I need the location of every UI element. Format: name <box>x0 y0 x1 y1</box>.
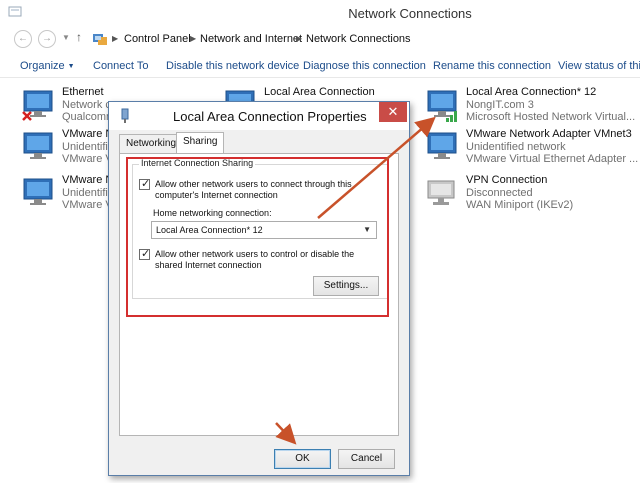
breadcrumb-network-connections[interactable]: Network Connections <box>306 33 411 45</box>
wired-network-icon <box>23 178 53 205</box>
connection-name: VPN Connection <box>466 174 548 186</box>
breadcrumb-control-panel[interactable]: Control Panel <box>124 33 191 45</box>
control-panel-icon <box>93 34 107 45</box>
back-button[interactable]: ← <box>14 30 32 48</box>
connection-local-area-12[interactable]: Local Area Connection* 12 NongIT.com 3 M… <box>424 86 635 130</box>
organize-button[interactable]: Organize ▼ <box>20 60 75 72</box>
connection-device: VMware Virtual Ethernet Adapter ... <box>466 153 639 165</box>
organize-label: Organize <box>20 60 65 72</box>
sharing-panel: Internet Connection Sharing Allow other … <box>119 153 399 436</box>
rename-button[interactable]: Rename this connection <box>433 60 551 72</box>
breadcrumb-separator-icon: ▶ <box>296 34 303 43</box>
connection-name: VMware Network Adapter VMnet3 <box>466 128 632 140</box>
view-status-button[interactable]: View status of this <box>558 60 640 72</box>
connection-vmnet3[interactable]: VMware Network Adapter VMnet3 Unidentifi… <box>424 128 638 172</box>
caret-down-icon: ▼ <box>67 63 75 70</box>
allow-control-label: Allow other network users to control or … <box>155 249 355 270</box>
allow-connect-checkbox[interactable] <box>139 177 150 190</box>
connection-name: Local Area Connection <box>264 86 375 98</box>
tab-sharing[interactable]: Sharing <box>176 132 225 153</box>
ics-group: Internet Connection Sharing Allow other … <box>132 158 388 299</box>
vpn-icon <box>427 180 455 205</box>
chevron-down-icon: ▼ <box>363 225 371 234</box>
settings-button[interactable]: Settings... <box>313 276 379 296</box>
connection-status: Unidentified network <box>466 141 566 153</box>
title-bar: Network Connections <box>0 0 640 26</box>
dialog-title: Local Area Connection Properties <box>173 109 367 124</box>
recent-locations-chevron-icon[interactable]: ▼ <box>62 33 70 42</box>
network-adapter-icon <box>121 108 129 123</box>
tab-networking[interactable]: Networking <box>119 134 184 153</box>
connect-to-button[interactable]: Connect To <box>93 60 148 72</box>
ok-button[interactable]: OK <box>274 449 331 469</box>
allow-connect-label: Allow other network users to connect thr… <box>155 179 352 200</box>
address-bar: ← → ▼ ↑ ▶ Control Panel ▶ Network and In… <box>0 26 640 52</box>
dialog-title-bar: Local Area Connection Properties ✕ <box>109 102 409 130</box>
connection-vpn[interactable]: VPN Connection Disconnected WAN Miniport… <box>424 174 624 218</box>
connection-status: NongIT.com 3 <box>466 99 534 111</box>
breadcrumb-separator-icon: ▶ <box>190 34 197 43</box>
wireless-signal-icon <box>427 90 457 122</box>
allow-control-checkbox[interactable] <box>139 247 150 260</box>
connection-status: Disconnected <box>466 187 533 199</box>
connection-status: Unidentifie <box>62 141 114 153</box>
breadcrumb-separator-icon: ▶ <box>112 34 119 43</box>
connection-status: Unidentifie <box>62 187 114 199</box>
connection-name: Local Area Connection* 12 <box>466 86 597 98</box>
window-title: Network Connections <box>348 6 472 21</box>
diagnose-button[interactable]: Diagnose this connection <box>303 60 426 72</box>
home-network-value: Local Area Connection* 12 <box>156 225 263 235</box>
connection-device: WAN Miniport (IKEv2) <box>466 199 574 211</box>
connection-device: Microsoft Hosted Network Virtual... <box>466 111 636 123</box>
wired-network-icon <box>427 132 457 159</box>
home-network-dropdown[interactable]: Local Area Connection* 12 ▼ <box>151 221 377 239</box>
command-bar: Organize ▼ Connect To Disable this networ… <box>0 54 640 78</box>
ics-group-title: Internet Connection Sharing <box>139 158 256 168</box>
breadcrumb-network-and-internet[interactable]: Network and Internet <box>200 33 302 45</box>
connection-name: Ethernet <box>62 86 104 98</box>
wired-disconnected-icon <box>22 90 53 121</box>
up-arrow-icon[interactable]: ↑ <box>76 30 82 44</box>
forward-button[interactable]: → <box>38 30 56 48</box>
wired-network-icon <box>23 132 53 159</box>
properties-dialog: Local Area Connection Properties ✕ Netwo… <box>108 101 410 476</box>
disable-device-button[interactable]: Disable this network device <box>166 60 299 72</box>
home-network-label: Home networking connection: <box>153 208 272 218</box>
cancel-button[interactable]: Cancel <box>338 449 395 469</box>
close-button[interactable]: ✕ <box>379 102 407 122</box>
